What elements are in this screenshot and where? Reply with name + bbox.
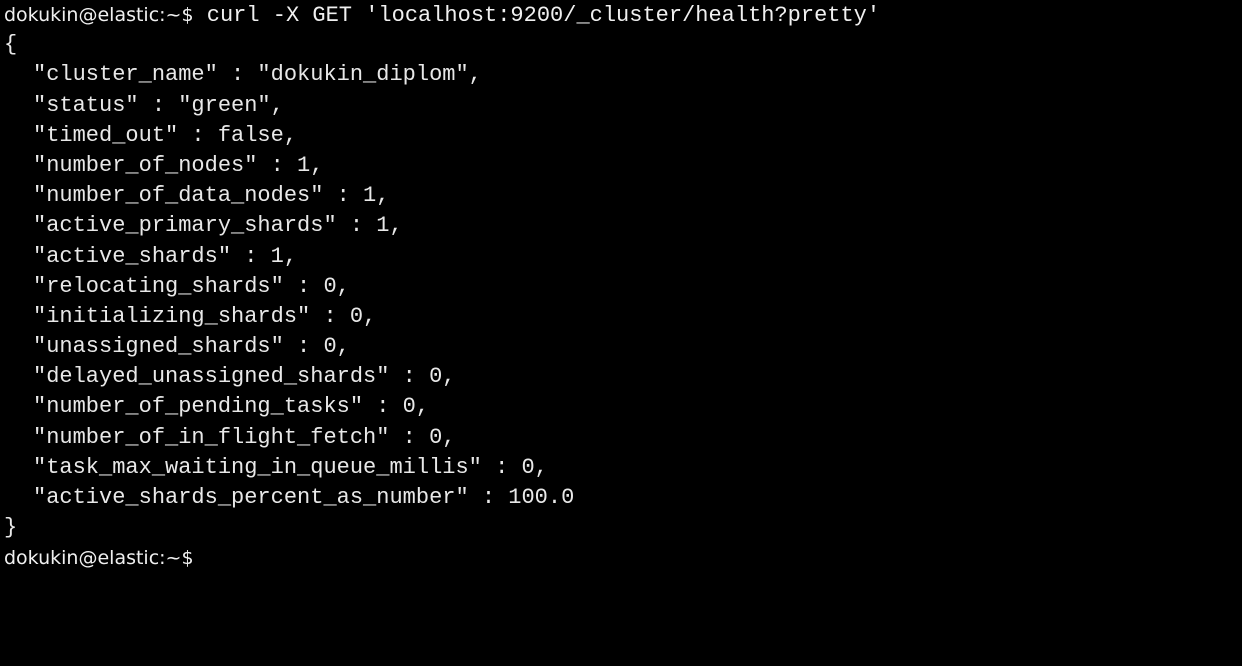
output-line-cluster-name: "cluster_name" : "dokukin_diplom",	[33, 62, 482, 88]
output-line-active-shards-percent: "active_shards_percent_as_number" : 100.…	[33, 485, 575, 510]
final-prompt-line[interactable]: dokukin@elastic:~$	[0, 543, 1242, 573]
output-line-unassigned-shards: "unassigned_shards" : 0,	[33, 334, 350, 360]
output-line-relocating-shards: "relocating_shards" : 0,	[33, 273, 350, 299]
output-line-delayed-unassigned-shards: "delayed_unassigned_shards" : 0,	[33, 364, 456, 390]
output-line-active-primary-shards: "active_primary_shards" : 1,	[33, 213, 403, 239]
output-line-timed-out: "timed_out" : false,	[33, 122, 298, 148]
shell-prompt: dokukin@elastic:~$	[4, 4, 194, 26]
output-line-number-of-nodes: "number_of_nodes" : 1,	[33, 152, 324, 178]
command-line: dokukin@elastic:~$ curl -X GET 'localhos…	[0, 0, 1242, 30]
output-line-task-max-waiting: "task_max_waiting_in_queue_millis" : 0,	[33, 454, 548, 480]
json-open-brace: {	[4, 32, 18, 58]
output-line-initializing-shards: "initializing_shards" : 0,	[33, 303, 377, 329]
output-line-number-of-pending-tasks: "number_of_pending_tasks" : 0,	[33, 394, 430, 420]
output-line-number-of-in-flight-fetch: "number_of_in_flight_fetch" : 0,	[33, 424, 456, 450]
json-close-brace: }	[4, 515, 18, 541]
output-line-status: "status" : "green",	[33, 92, 284, 118]
output-line-active-shards: "active_shards" : 1,	[33, 243, 298, 269]
final-shell-prompt: dokukin@elastic:~$	[4, 547, 194, 570]
terminal-window[interactable]: dokukin@elastic:~$ curl -X GET 'localhos…	[0, 0, 1242, 666]
command-text: curl -X GET 'localhost:9200/_cluster/hea…	[206, 3, 881, 28]
output-line-number-of-data-nodes: "number_of_data_nodes" : 1,	[33, 183, 390, 209]
